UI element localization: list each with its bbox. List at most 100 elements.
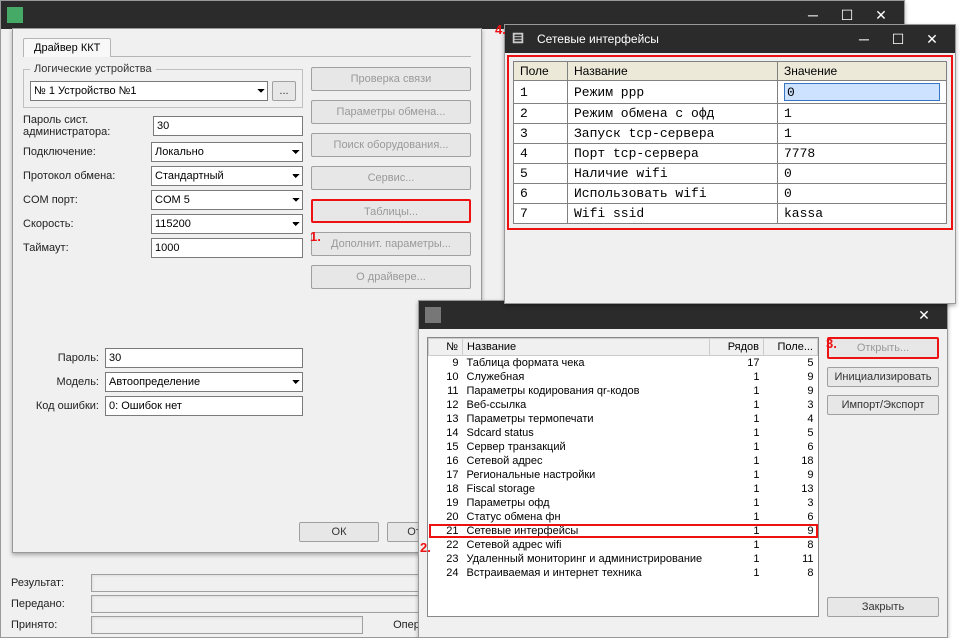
- device-select[interactable]: № 1 Устройство №1: [30, 81, 268, 101]
- table-row[interactable]: 18Fiscal storage113: [429, 482, 818, 496]
- table-row[interactable]: 15Сервер транзакций16: [429, 440, 818, 454]
- cell-name: Wifi ssid: [568, 204, 778, 224]
- search-hw-button[interactable]: Поиск оборудования...: [311, 133, 471, 157]
- model-select[interactable]: Автоопределение: [105, 372, 303, 392]
- addit-params-button[interactable]: Дополнит. параметры...: [311, 232, 471, 256]
- table-row[interactable]: 16Сетевой адрес118: [429, 454, 818, 468]
- minimize-icon[interactable]: ─: [796, 5, 830, 25]
- cell-name: Статус обмена фн: [463, 510, 710, 524]
- table-row[interactable]: 19Параметры офд13: [429, 496, 818, 510]
- cell-name: Региональные настройки: [463, 468, 710, 482]
- table-row[interactable]: 6Использовать wifi0: [514, 184, 947, 204]
- cell-fields: 8: [764, 566, 818, 580]
- about-driver-button[interactable]: О драйвере...: [311, 265, 471, 289]
- password-input[interactable]: [105, 348, 303, 368]
- table-row[interactable]: 1Режим ppp: [514, 81, 947, 104]
- col-rows[interactable]: Рядов: [710, 339, 764, 356]
- connection-select[interactable]: Локально: [151, 142, 303, 162]
- cell-num: 22: [429, 538, 463, 552]
- ok-button[interactable]: ОК: [299, 522, 379, 542]
- table-row[interactable]: 9Таблица формата чека175: [429, 356, 818, 371]
- cell-value[interactable]: 0: [778, 164, 947, 184]
- table-row[interactable]: 7Wifi ssidkassa: [514, 204, 947, 224]
- col-value[interactable]: Значение: [778, 62, 947, 81]
- table-row[interactable]: 14Sdcard status15: [429, 426, 818, 440]
- protocol-select[interactable]: Стандартный: [151, 166, 303, 186]
- cell-name: Параметры термопечати: [463, 412, 710, 426]
- table-row[interactable]: 17Региональные настройки19: [429, 468, 818, 482]
- table-row[interactable]: 5Наличие wifi0: [514, 164, 947, 184]
- recv-box: [91, 616, 363, 634]
- table-row[interactable]: 21Сетевые интерфейсы19: [429, 524, 818, 538]
- admin-pwd-input[interactable]: [153, 116, 303, 136]
- close-button[interactable]: Закрыть: [827, 597, 939, 617]
- comport-select[interactable]: COM 5: [151, 190, 303, 210]
- timeout-label: Таймаут:: [23, 242, 151, 254]
- close-icon[interactable]: ✕: [864, 5, 898, 25]
- tables-button[interactable]: Таблицы...: [311, 199, 471, 223]
- maximize-icon[interactable]: ☐: [830, 5, 864, 25]
- close-icon[interactable]: ✕: [915, 29, 949, 49]
- cell-fields: 6: [764, 440, 818, 454]
- table-row[interactable]: 24Встраиваемая и интернет техника18: [429, 566, 818, 580]
- check-connection-button[interactable]: Проверка связи: [311, 67, 471, 91]
- comport-label: COM порт:: [23, 194, 151, 206]
- exchange-params-button[interactable]: Параметры обмена...: [311, 100, 471, 124]
- timeout-input[interactable]: [151, 238, 303, 258]
- cell-num: 20: [429, 510, 463, 524]
- col-name[interactable]: Название: [463, 339, 710, 356]
- logical-devices-group: Логические устройства № 1 Устройство №1 …: [23, 63, 303, 108]
- cell-name: Режим обмена с офд: [568, 104, 778, 124]
- errcode-input[interactable]: [105, 396, 303, 416]
- table-row[interactable]: 23Удаленный мониторинг и администрирован…: [429, 552, 818, 566]
- table-row[interactable]: 12Веб-ссылка13: [429, 398, 818, 412]
- cell-value[interactable]: [778, 81, 947, 104]
- network-interfaces-dialog: Сетевые интерфейсы ─ ☐ ✕ Поле Название З…: [504, 24, 956, 304]
- service-button[interactable]: Сервис...: [311, 166, 471, 190]
- app-icon: [425, 307, 441, 323]
- minimize-icon[interactable]: ─: [847, 29, 881, 49]
- cell-value[interactable]: 7778: [778, 144, 947, 164]
- tab-driver[interactable]: Драйвер ККТ: [23, 38, 111, 57]
- speed-select[interactable]: 115200: [151, 214, 303, 234]
- cell-rows: 1: [710, 538, 764, 552]
- col-field[interactable]: Поле: [514, 62, 568, 81]
- col-fields[interactable]: Поле...: [764, 339, 818, 356]
- init-button[interactable]: Инициализировать: [827, 367, 939, 387]
- tables-list[interactable]: № Название Рядов Поле... 9Таблица формат…: [427, 337, 819, 617]
- cell-name: Параметры офд: [463, 496, 710, 510]
- cell-fields: 6: [764, 510, 818, 524]
- table-row[interactable]: 10Служебная19: [429, 370, 818, 384]
- cell-name: Наличие wifi: [568, 164, 778, 184]
- table-row[interactable]: 22Сетевой адрес wifi18: [429, 538, 818, 552]
- network-title: Сетевые интерфейсы: [531, 32, 847, 46]
- cell-name: Fiscal storage: [463, 482, 710, 496]
- cell-fields: 3: [764, 398, 818, 412]
- close-icon[interactable]: ✕: [907, 305, 941, 325]
- table-row[interactable]: 11Параметры кодирования qr-кодов19: [429, 384, 818, 398]
- table-row[interactable]: 2Режим обмена с офд1: [514, 104, 947, 124]
- table-row[interactable]: 3Запуск tcp-сервера1: [514, 124, 947, 144]
- table-row[interactable]: 4Порт tcp-сервера7778: [514, 144, 947, 164]
- maximize-icon[interactable]: ☐: [881, 29, 915, 49]
- cell-name: Сетевой адрес: [463, 454, 710, 468]
- cell-rows: 1: [710, 482, 764, 496]
- admin-pwd-label: Пароль сист. администратора:: [23, 114, 153, 138]
- col-title[interactable]: Название: [568, 62, 778, 81]
- cell-value[interactable]: 0: [778, 184, 947, 204]
- cell-value[interactable]: 1: [778, 124, 947, 144]
- table-row[interactable]: 20Статус обмена фн16: [429, 510, 818, 524]
- table-row[interactable]: 13Параметры термопечати14: [429, 412, 818, 426]
- import-export-button[interactable]: Импорт/Экспорт: [827, 395, 939, 415]
- network-table[interactable]: Поле Название Значение 1Режим ppp2Режим …: [513, 61, 947, 224]
- cell-name: Режим ppp: [568, 81, 778, 104]
- cell-name: Сетевой адрес wifi: [463, 538, 710, 552]
- cell-rows: 17: [710, 356, 764, 371]
- cell-value[interactable]: 1: [778, 104, 947, 124]
- cell-value[interactable]: kassa: [778, 204, 947, 224]
- marker-4: 4.: [495, 22, 506, 37]
- col-num[interactable]: №: [429, 339, 463, 356]
- open-button[interactable]: Открыть...: [827, 337, 939, 359]
- device-more-button[interactable]: ...: [272, 81, 296, 101]
- value-input[interactable]: [784, 83, 940, 101]
